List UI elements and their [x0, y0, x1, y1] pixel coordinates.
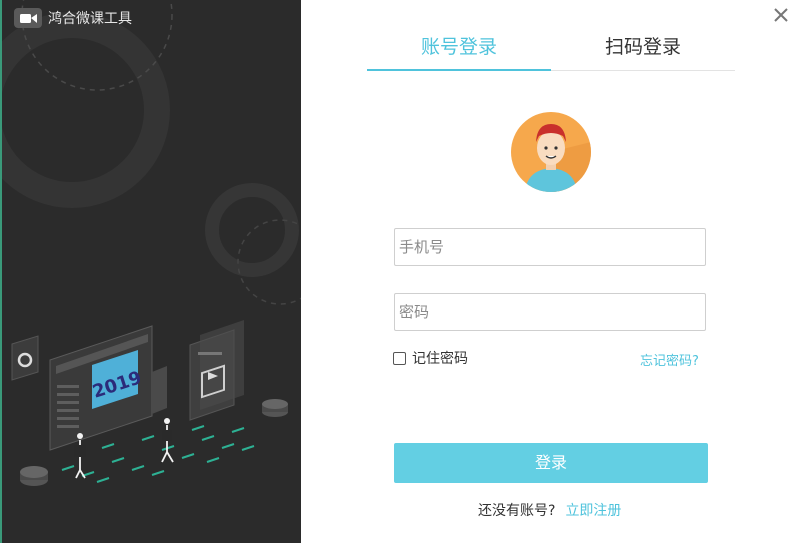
remember-password-checkbox[interactable]: 记住密码	[393, 348, 468, 368]
checkbox-box[interactable]	[393, 351, 406, 365]
register-prompt-line: 还没有账号? 立即注册	[478, 500, 621, 520]
tab-qrcode-login[interactable]: 扫码登录	[551, 30, 735, 70]
register-link[interactable]: 立即注册	[565, 503, 621, 519]
user-avatar-icon	[511, 112, 591, 192]
password-input[interactable]	[395, 294, 705, 330]
app-title-bar: 鸿合微课工具	[14, 8, 132, 28]
app-title: 鸿合微课工具	[48, 11, 132, 27]
video-camera-icon	[14, 8, 42, 28]
password-field[interactable]	[394, 293, 706, 331]
phone-field[interactable]	[394, 228, 706, 266]
forgot-password-link[interactable]: 忘记密码?	[640, 350, 699, 369]
remember-password-label: 记住密码	[412, 351, 468, 367]
left-decorative-panel: 2019 鸿合微课工具	[0, 0, 301, 543]
background-decoration: 2019	[2, 0, 301, 486]
register-prompt: 还没有账号?	[478, 503, 556, 519]
login-button[interactable]: 登录	[394, 443, 708, 483]
tab-account-login[interactable]: 账号登录	[367, 30, 551, 71]
close-icon[interactable]	[772, 6, 790, 24]
phone-input[interactable]	[395, 229, 705, 265]
login-tabs: 账号登录 扫码登录	[367, 30, 735, 71]
